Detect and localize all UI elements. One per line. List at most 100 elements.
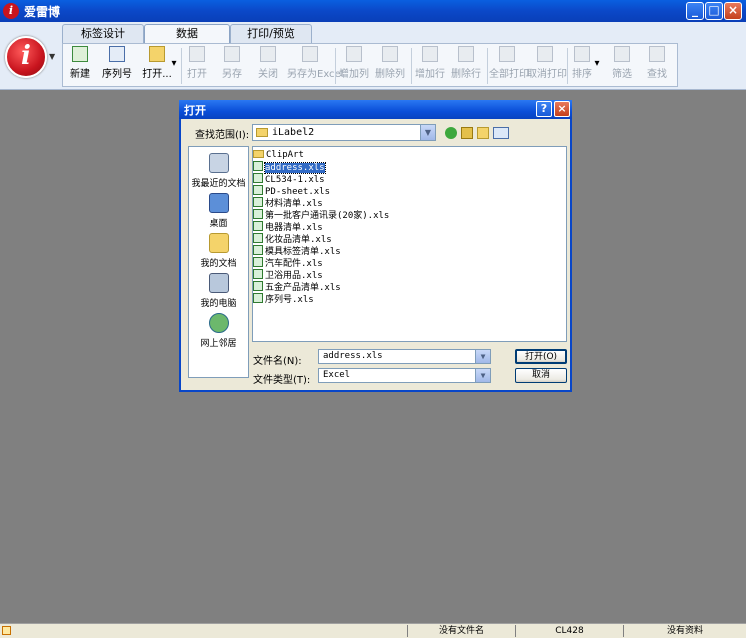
open-dropdown-icon[interactable]: ▾ — [169, 58, 179, 96]
app-logo-icon[interactable]: i — [3, 3, 19, 19]
list-item[interactable]: 化妆品清单.xls — [253, 233, 332, 245]
filename-label: 文件名(N): — [253, 356, 302, 367]
application-menu-button[interactable]: i — [5, 36, 47, 78]
filter-button[interactable]: 筛选 — [609, 46, 635, 84]
filetype-label: 文件类型(T): — [253, 375, 311, 386]
open-button[interactable]: 打开(O) — [515, 349, 567, 364]
open-folder-icon — [149, 46, 165, 62]
cancel-print-icon — [537, 46, 553, 62]
print-icon — [499, 46, 515, 62]
list-item[interactable]: 五金产品清单.xls — [253, 281, 341, 293]
list-item[interactable]: 卫浴用品.xls — [253, 269, 323, 281]
excel-file-icon — [253, 245, 263, 255]
cancel-button[interactable]: 取消 — [515, 368, 567, 383]
list-item[interactable]: 材料清单.xls — [253, 197, 323, 209]
maximize-button[interactable]: □ — [705, 2, 723, 20]
close-icon — [260, 46, 276, 62]
title-bar: i 爱雷博 _ □ × — [0, 0, 746, 22]
back-icon[interactable] — [445, 127, 457, 139]
excel-file-icon — [253, 185, 263, 195]
chevron-down-icon[interactable]: ▼ — [475, 369, 490, 382]
status-printer: CL428 — [515, 625, 623, 637]
save-icon — [224, 46, 240, 62]
excel-file-icon — [253, 269, 263, 279]
look-in-value: iLabel2 — [272, 127, 315, 138]
find-button[interactable]: 查找 — [643, 46, 671, 84]
file-list[interactable]: ClipArt address.xls CL534-1.xls PD-sheet… — [252, 146, 567, 342]
list-item-selected[interactable]: address.xls — [253, 161, 326, 174]
recent-documents-icon — [208, 153, 229, 173]
tab-data[interactable]: 数据 — [144, 24, 230, 44]
list-item[interactable]: PD-sheet.xls — [253, 185, 330, 197]
dialog-title: 打开 — [184, 104, 206, 117]
filetype-select[interactable]: Excel ▼ — [318, 368, 491, 383]
separator — [411, 48, 412, 84]
view-menu-icon[interactable] — [493, 127, 509, 139]
separator — [335, 48, 336, 84]
binoculars-icon — [649, 46, 665, 62]
places-bar: 我最近的文档 桌面 我的文档 我的电脑 网上邻居 — [188, 146, 249, 378]
serial-number-button[interactable]: 序列号 — [99, 46, 135, 84]
open-icon — [189, 46, 205, 62]
list-item[interactable]: 汽车配件.xls — [253, 257, 323, 269]
status-icon — [2, 626, 11, 635]
look-in-label: 查找范围(I): — [195, 130, 250, 141]
delete-row-button[interactable]: 删除行 — [451, 46, 481, 84]
minimize-button[interactable]: _ — [686, 2, 704, 20]
excel-file-icon — [253, 293, 263, 303]
add-row-button[interactable]: 增加行 — [415, 46, 445, 84]
list-item[interactable]: 序列号.xls — [253, 293, 314, 305]
dialog-title-bar: 打开 ? × — [179, 100, 572, 119]
chevron-down-icon[interactable]: ▼ — [475, 350, 490, 363]
excel-file-icon — [253, 197, 263, 207]
print-all-button[interactable]: 全部打印 — [489, 46, 529, 84]
separator — [181, 48, 182, 84]
chevron-down-icon[interactable]: ▼ — [49, 52, 55, 61]
save-as-button[interactable]: 另存 — [218, 46, 246, 84]
save-as-excel-button[interactable]: 另存为Excel — [287, 46, 344, 84]
new-button[interactable]: 新建 — [67, 46, 93, 84]
excel-file-icon — [253, 161, 263, 171]
add-column-icon — [346, 46, 362, 62]
chevron-down-icon[interactable]: ▼ — [420, 125, 435, 140]
delete-row-icon — [458, 46, 474, 62]
delete-column-button[interactable]: 删除列 — [375, 46, 405, 84]
open-file-dialog: 打开 ? × 查找范围(I): iLabel2 ▼ 我最近的文档 桌面 我的文档… — [179, 100, 572, 392]
delete-column-icon — [382, 46, 398, 62]
filetype-value: Excel — [323, 370, 351, 380]
filename-field[interactable]: address.xls ▼ — [318, 349, 491, 364]
list-item[interactable]: CL534-1.xls — [253, 173, 325, 185]
place-recent[interactable]: 我最近的文档 — [189, 153, 248, 189]
folder-icon — [253, 150, 264, 158]
close-data-button[interactable]: 关闭 — [254, 46, 282, 84]
look-in-combo[interactable]: iLabel2 ▼ — [252, 124, 436, 141]
list-item[interactable]: 电器清单.xls — [253, 221, 323, 233]
ribbon-group: 新建 序列号 打开... ▾ 打开 另存 关闭 另存为Excel 增加列 删除列… — [62, 43, 678, 87]
excel-file-icon — [253, 173, 263, 183]
dialog-close-button[interactable]: × — [554, 101, 570, 117]
up-folder-icon[interactable] — [461, 127, 473, 139]
place-network[interactable]: 网上邻居 — [189, 313, 248, 349]
list-item-folder[interactable]: ClipArt — [253, 149, 304, 161]
sort-dropdown-icon[interactable]: ▾ — [593, 58, 601, 96]
excel-file-icon — [253, 281, 263, 291]
place-my-documents[interactable]: 我的文档 — [189, 233, 248, 269]
status-data: 没有资料 — [623, 625, 746, 637]
add-column-button[interactable]: 增加列 — [339, 46, 369, 84]
sort-icon — [574, 46, 590, 62]
list-item[interactable]: 第一批客户通讯录(20家).xls — [253, 209, 389, 221]
close-window-button[interactable]: × — [724, 2, 742, 20]
sort-button[interactable]: 排序 — [571, 46, 593, 84]
excel-file-icon — [253, 233, 263, 243]
cancel-print-button[interactable]: 取消打印 — [527, 46, 567, 84]
place-my-computer[interactable]: 我的电脑 — [189, 273, 248, 309]
list-item[interactable]: 模具标签清单.xls — [253, 245, 341, 257]
new-folder-icon[interactable] — [477, 127, 489, 139]
window-title: 爱雷博 — [24, 5, 61, 19]
tab-label-design[interactable]: 标签设计 — [62, 24, 144, 43]
open-disabled-button[interactable]: 打开 — [183, 46, 211, 84]
place-desktop[interactable]: 桌面 — [189, 193, 248, 229]
separator — [567, 48, 568, 84]
help-button[interactable]: ? — [536, 101, 552, 117]
tab-print-preview[interactable]: 打印/预览 — [230, 24, 312, 43]
